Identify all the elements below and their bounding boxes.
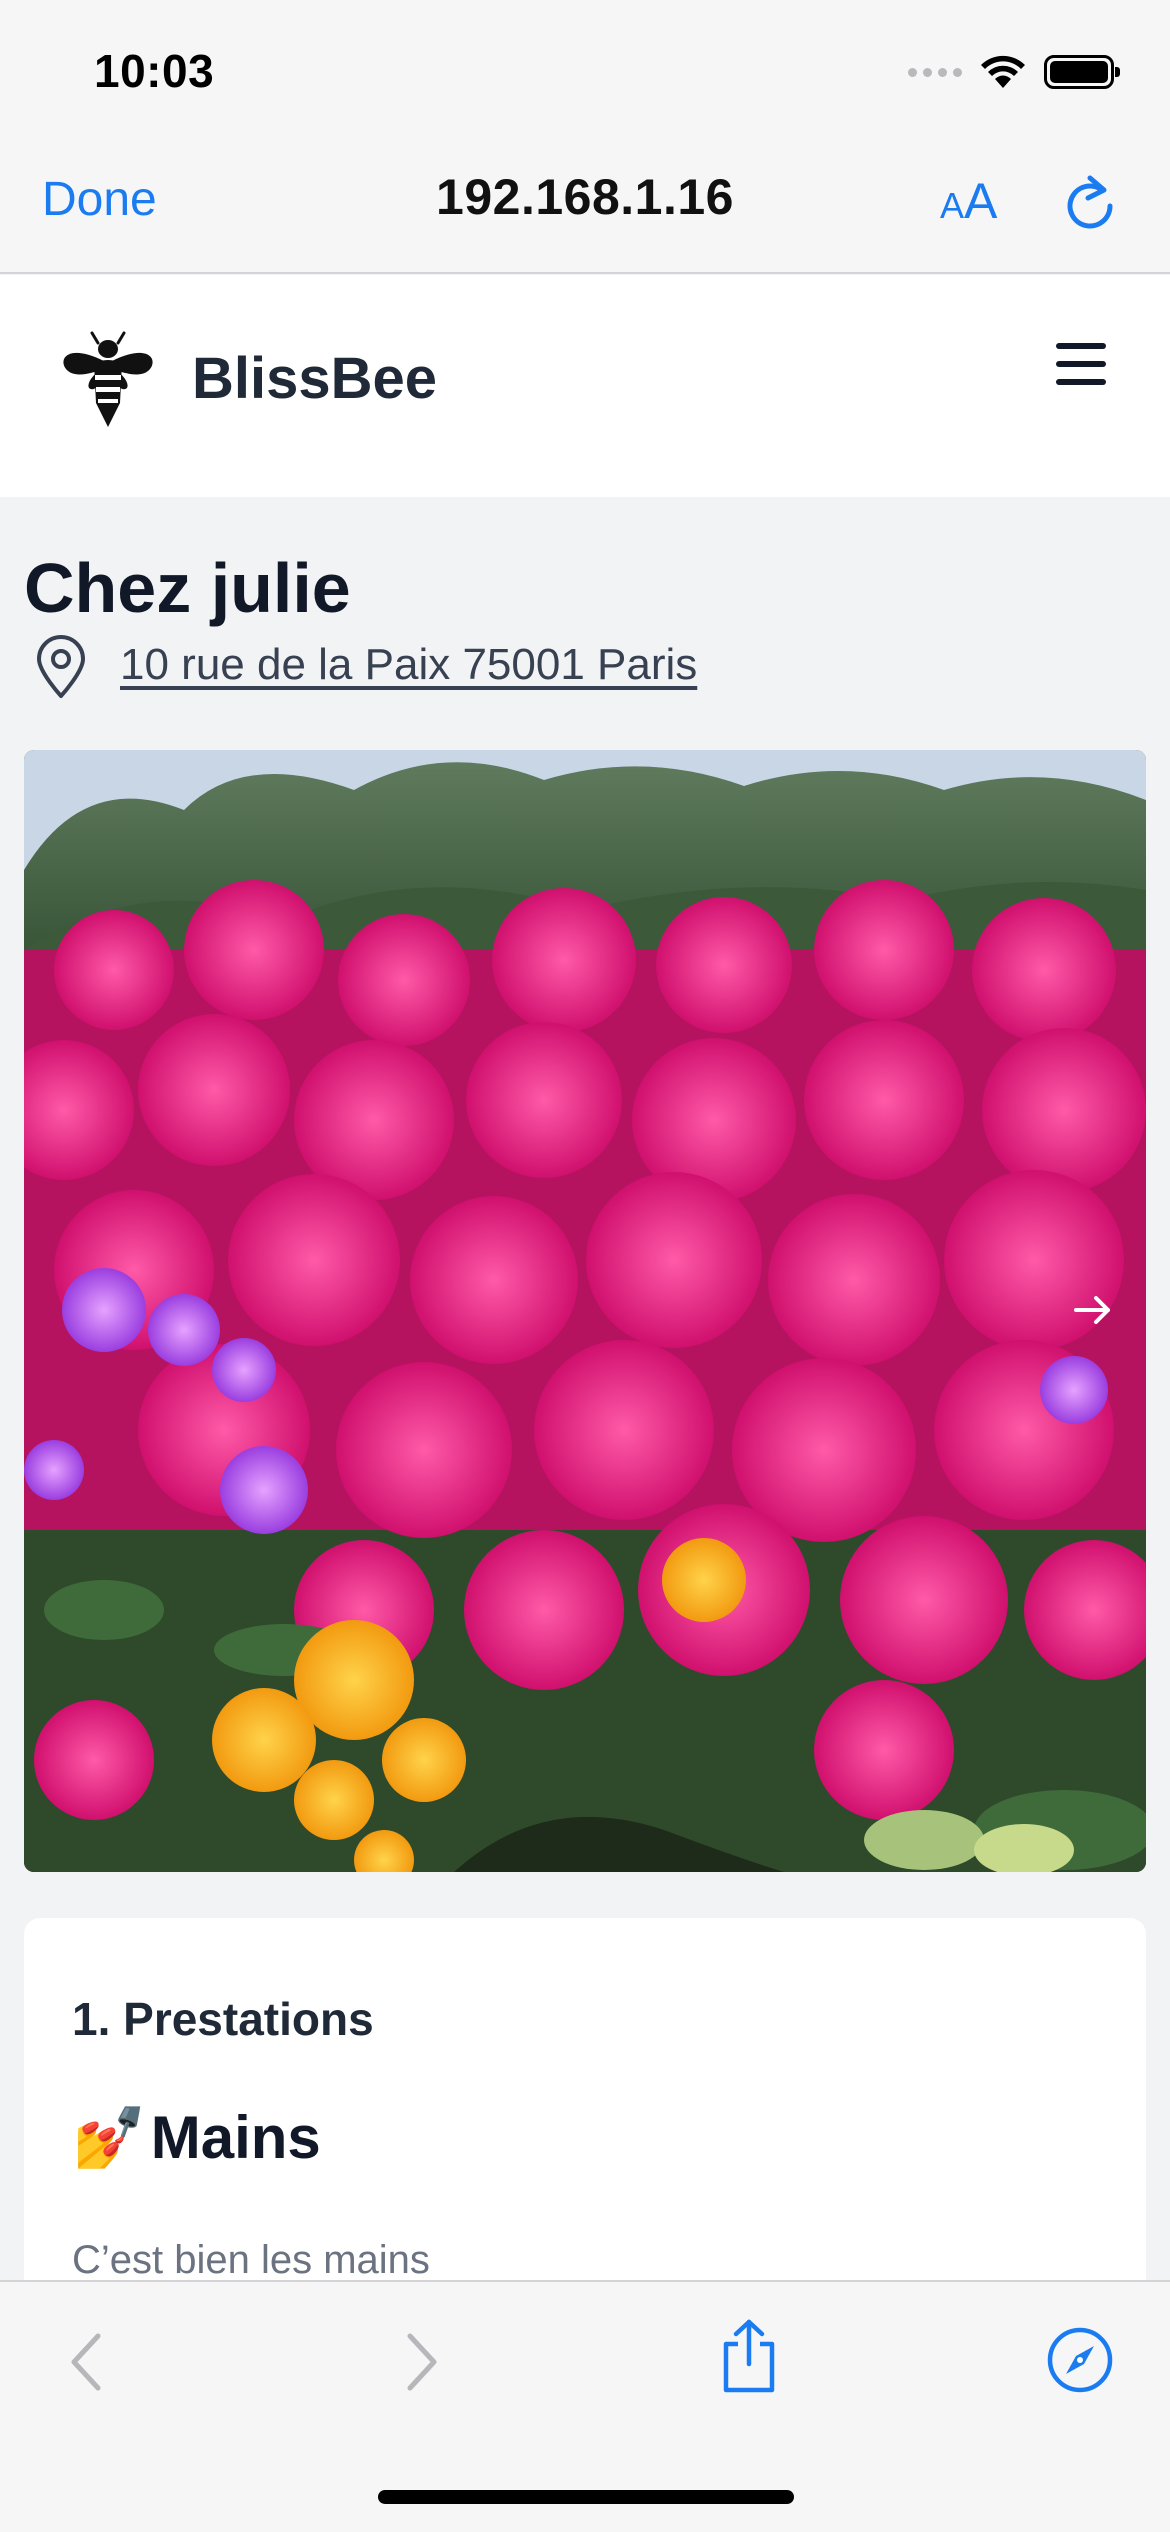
service-category-description: C’est bien les mains xyxy=(72,2238,430,2282)
home-indicator[interactable] xyxy=(378,2490,794,2504)
services-heading: 1. Prestations xyxy=(72,1993,374,2045)
service-category-title: 💅 Mains xyxy=(72,2102,321,2173)
text-size-large-label: A xyxy=(964,173,998,229)
text-size-button[interactable]: AA xyxy=(940,172,997,230)
chevron-left-icon[interactable] xyxy=(66,2330,106,2394)
service-category-label: Mains xyxy=(150,2104,321,2171)
browser-top-bar: Done 192.168.1.16 AA xyxy=(0,140,1170,274)
hamburger-icon[interactable] xyxy=(1056,343,1106,397)
page-title: Chez julie xyxy=(24,549,351,627)
text-size-small-label: A xyxy=(940,185,965,226)
address-link[interactable]: 10 rue de la Paix 75001 Paris xyxy=(120,640,697,690)
arrow-right-icon[interactable] xyxy=(1062,1280,1122,1340)
cellular-signal-icon xyxy=(908,67,962,77)
battery-icon xyxy=(1044,55,1120,89)
status-bar: 10:03 xyxy=(0,0,1170,140)
chevron-right-icon[interactable] xyxy=(402,2330,442,2394)
image-carousel[interactable] xyxy=(24,750,1146,1872)
reload-icon[interactable] xyxy=(1062,170,1120,232)
carousel-photo xyxy=(24,750,1146,1872)
status-time: 10:03 xyxy=(94,45,215,97)
bee-icon[interactable] xyxy=(58,329,158,429)
map-pin-icon xyxy=(37,635,85,698)
compass-icon[interactable] xyxy=(1046,2326,1114,2394)
brand-name[interactable]: BlissBee xyxy=(192,345,437,412)
site-header: BlissBee xyxy=(0,275,1170,497)
status-indicators xyxy=(908,54,1120,90)
nail-polish-icon: 💅 xyxy=(72,2104,147,2171)
share-icon[interactable] xyxy=(718,2318,780,2394)
wifi-icon xyxy=(981,55,1025,88)
